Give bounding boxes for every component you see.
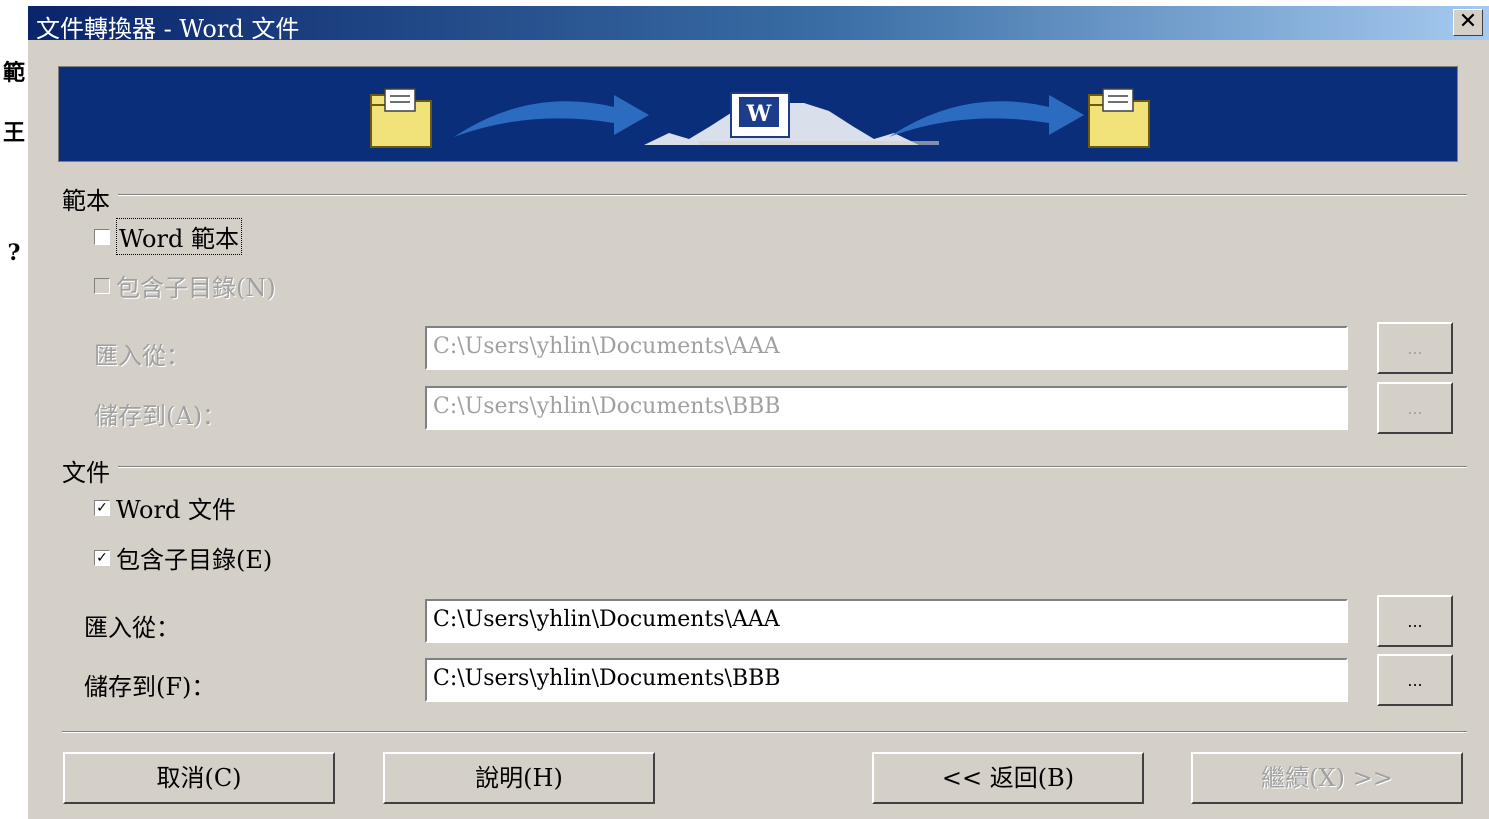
- word-document-icon: W: [644, 92, 939, 145]
- back-button[interactable]: << 返回(B): [872, 752, 1144, 804]
- folder-icon: [1088, 88, 1150, 148]
- checkbox-box[interactable]: [94, 228, 110, 245]
- documents-import-from-label: 匯入從：: [84, 614, 180, 642]
- next-button[interactable]: 繼續(X) >>: [1191, 752, 1463, 804]
- window-title: 文件轉換器 - Word 文件: [36, 15, 300, 43]
- help-button[interactable]: 說明(H): [383, 752, 655, 804]
- checkbox-box[interactable]: ✓: [94, 499, 110, 516]
- document-converter-dialog: 文件轉換器 - Word 文件 ✕ W 範本 Word 範本 包含子目錄(N) …: [28, 6, 1489, 819]
- word-templates-label: Word 範本: [116, 218, 242, 255]
- templates-save-browse-button[interactable]: ...: [1377, 382, 1453, 434]
- templates-save-to-input[interactable]: C:\Users\yhlin\Documents\BBB: [425, 386, 1348, 430]
- folder-icon: [370, 88, 432, 148]
- checkbox-box[interactable]: ✓: [94, 549, 110, 566]
- templates-include-subdirs-checkbox[interactable]: 包含子目錄(N): [94, 268, 276, 303]
- documents-import-from-input[interactable]: C:\Users\yhlin\Documents\AAA: [425, 599, 1348, 643]
- arrow-right-icon: [889, 95, 1084, 137]
- templates-include-subdirs-label: 包含子目錄(N): [116, 274, 276, 302]
- templates-group-label: 範本: [62, 181, 118, 216]
- word-documents-checkbox[interactable]: ✓ Word 文件: [94, 490, 236, 525]
- documents-import-browse-button[interactable]: ...: [1377, 595, 1453, 647]
- close-icon: ✕: [1458, 9, 1478, 34]
- checkbox-box[interactable]: [94, 277, 110, 294]
- button-separator: [62, 731, 1467, 733]
- arrow-right-icon: [454, 95, 649, 137]
- documents-include-subdirs-label: 包含子目錄(E): [116, 546, 273, 574]
- word-documents-label: Word 文件: [116, 496, 236, 524]
- word-templates-checkbox[interactable]: Word 範本: [94, 218, 242, 255]
- templates-import-from-label: 匯入從：: [94, 342, 190, 370]
- documents-group-line: [62, 466, 1467, 468]
- documents-save-to-label: 儲存到(F)：: [84, 673, 216, 701]
- svg-text:W: W: [746, 101, 772, 127]
- templates-save-to-label: 儲存到(A)：: [94, 402, 227, 430]
- wizard-banner: W: [58, 66, 1458, 162]
- close-button[interactable]: ✕: [1453, 9, 1483, 36]
- title-bar[interactable]: 文件轉換器 - Word 文件 ✕: [28, 6, 1489, 43]
- documents-include-subdirs-checkbox[interactable]: ✓ 包含子目錄(E): [94, 540, 272, 575]
- documents-save-to-input[interactable]: C:\Users\yhlin\Documents\BBB: [425, 658, 1348, 702]
- templates-import-from-input[interactable]: C:\Users\yhlin\Documents\AAA: [425, 326, 1348, 370]
- background-char: 王: [2, 120, 25, 146]
- background-char: 範: [2, 60, 25, 86]
- background-char: ?: [7, 240, 21, 266]
- templates-import-browse-button[interactable]: ...: [1377, 322, 1453, 374]
- documents-group-label: 文件: [62, 453, 118, 488]
- cancel-button[interactable]: 取消(C): [63, 752, 335, 804]
- documents-save-browse-button[interactable]: ...: [1377, 654, 1453, 706]
- templates-group-line: [62, 194, 1467, 196]
- banner-graphic: W: [370, 88, 1150, 148]
